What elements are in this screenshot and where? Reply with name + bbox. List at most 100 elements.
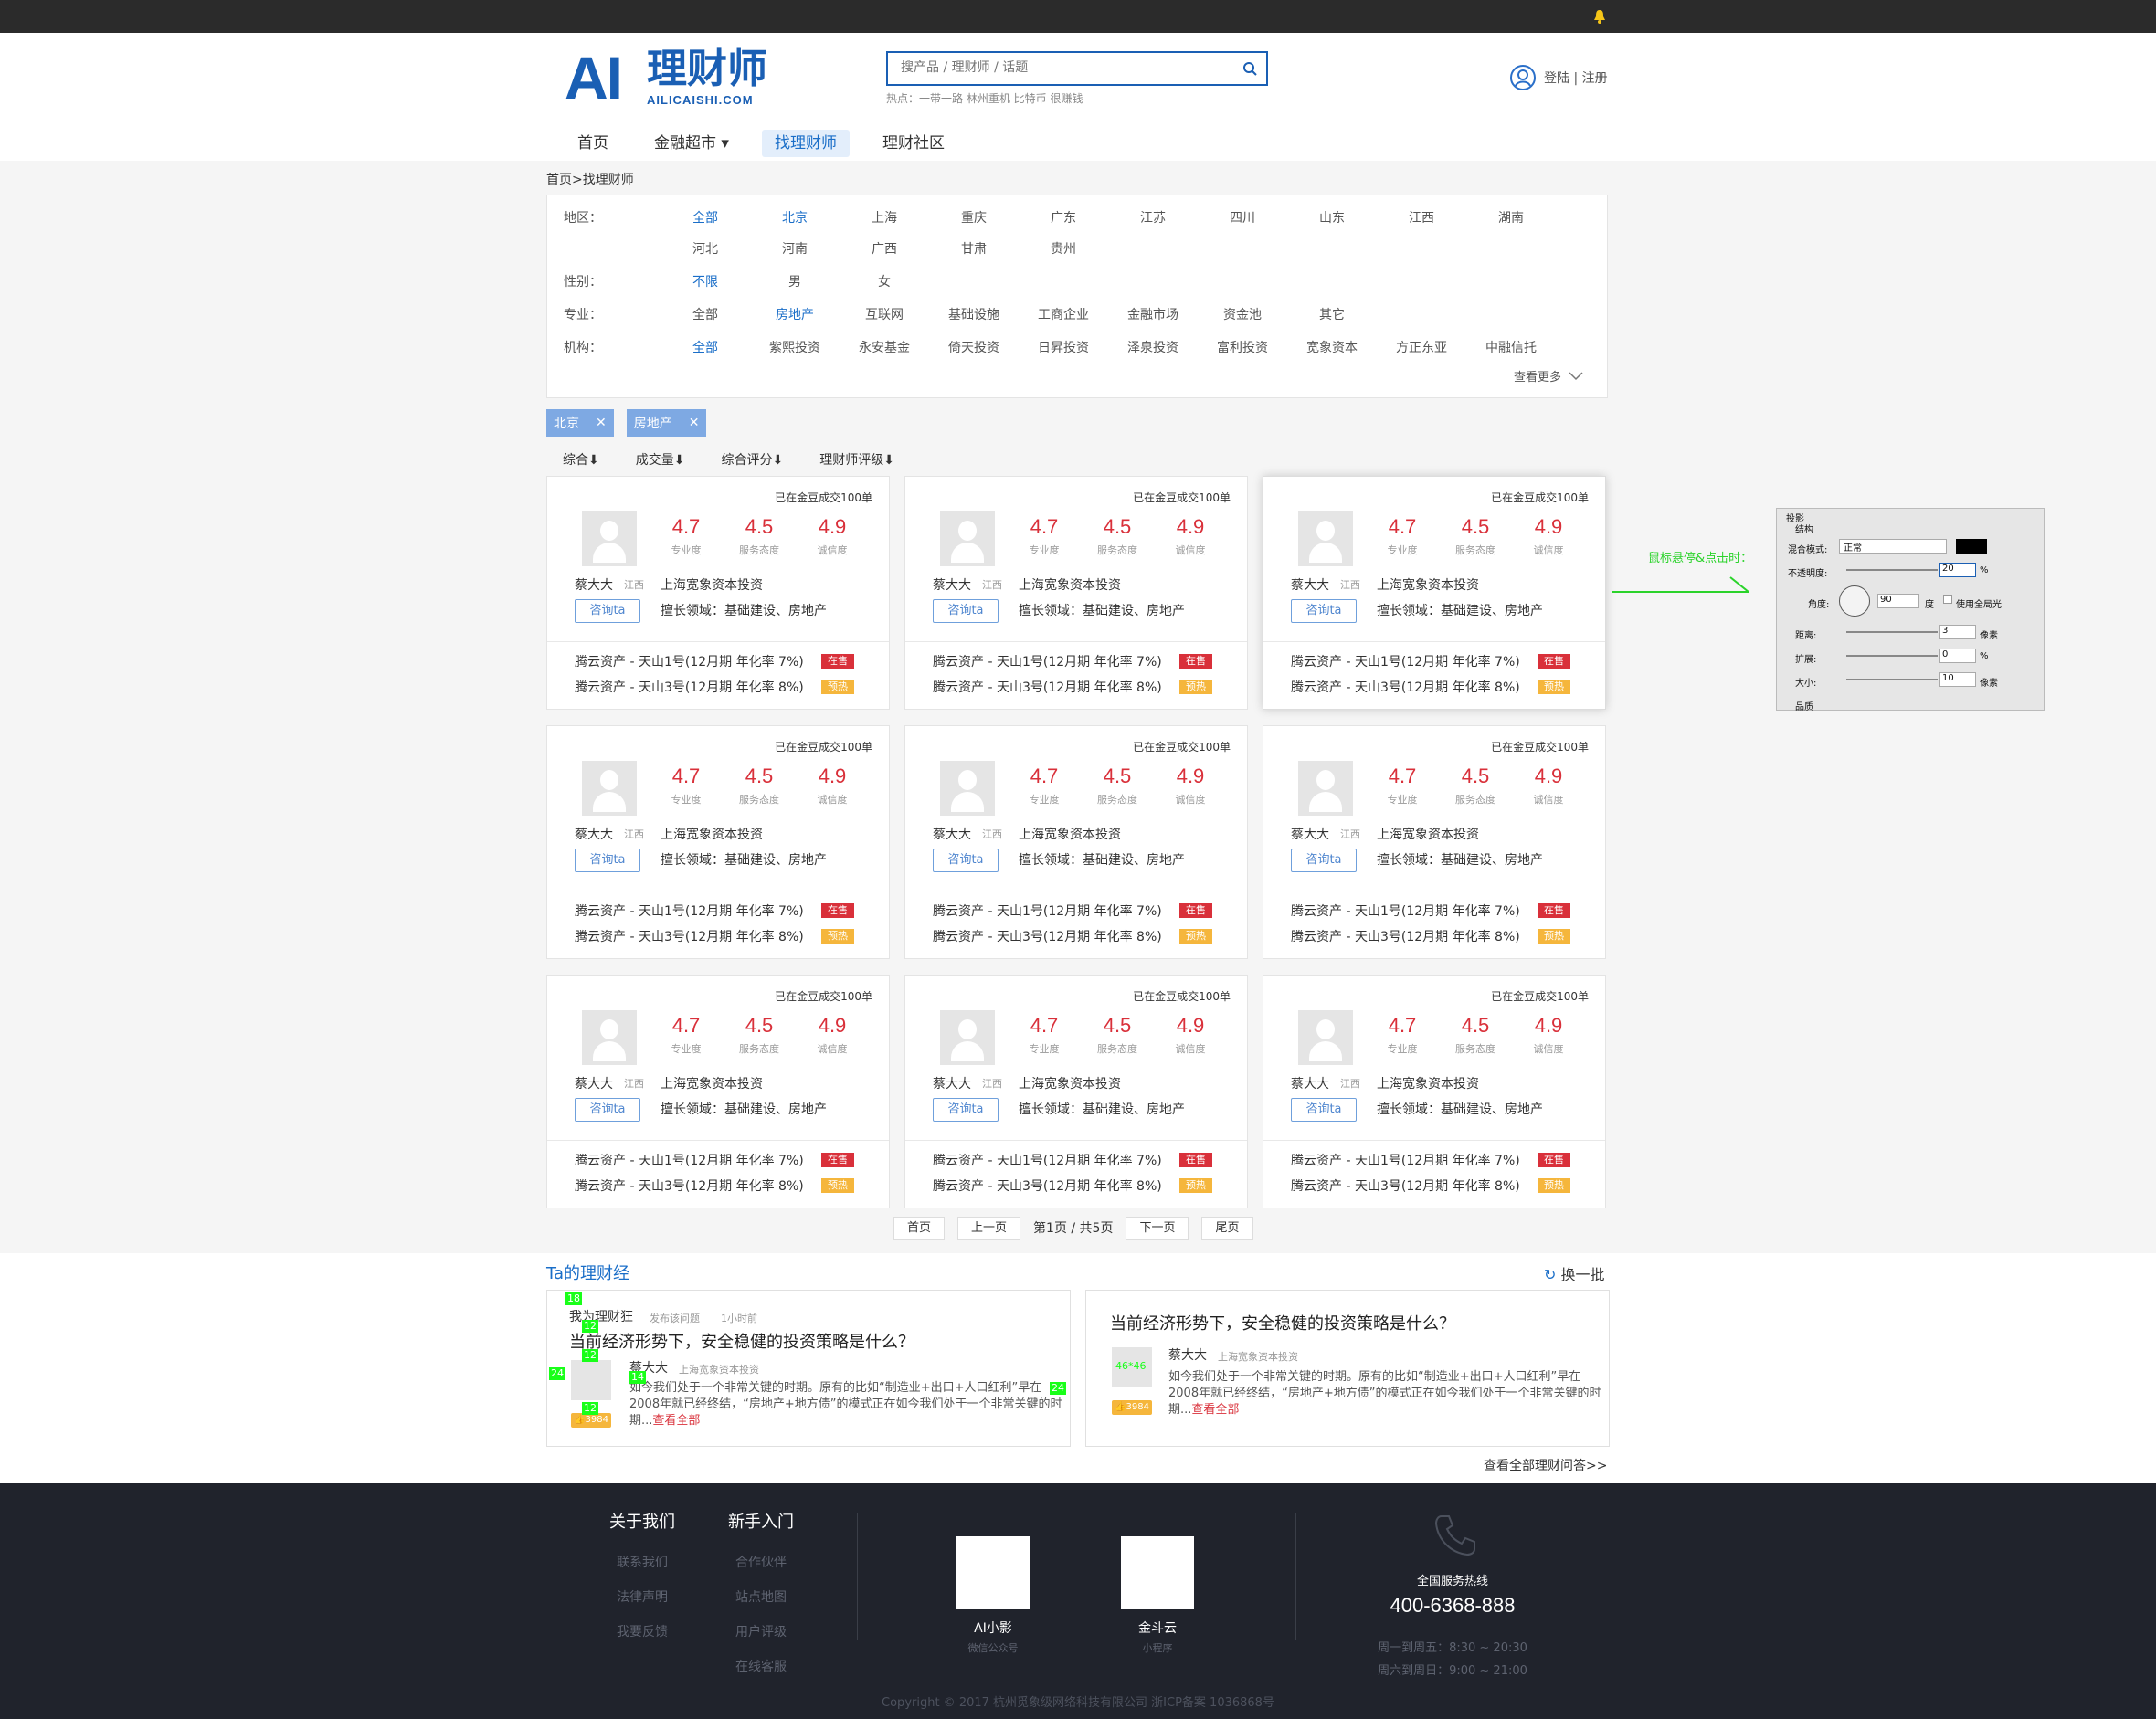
filter-option[interactable]: 河北 [661,239,750,258]
bell-icon[interactable] [1593,9,1606,24]
product-link[interactable]: 腾云资产 - 天山3号(12月期 年化率 8%) [933,678,1162,696]
avatar[interactable] [1298,511,1353,566]
spread-input[interactable]: 0 [1939,649,1976,663]
color-swatch[interactable] [1956,539,1987,554]
product-link[interactable]: 腾云资产 - 天山3号(12月期 年化率 8%) [575,927,804,945]
product-link[interactable]: 腾云资产 - 天山1号(12月期 年化率 7%) [933,652,1162,670]
size-input[interactable]: 10 [1939,672,1976,687]
like-count[interactable]: 👍3984 [571,1413,611,1428]
selected-tag[interactable]: 房地产 ✕ [626,409,707,437]
advisor-name[interactable]: 蔡大大 [1291,1074,1329,1092]
search-icon[interactable] [1242,61,1257,76]
sort-rating[interactable]: 理财师评级⬇ [819,450,894,469]
filter-option[interactable]: 女 [840,272,929,290]
filter-option[interactable]: 不限 [661,272,750,290]
consult-button[interactable]: 咨询ta [1291,849,1357,872]
footer-link[interactable]: 法律声明 [592,1587,692,1606]
question-title[interactable]: 当前经济形势下，安全稳健的投资策略是什么？ [569,1329,914,1353]
selected-tag[interactable]: 北京 ✕ [546,409,614,437]
filter-option[interactable]: 四川 [1198,208,1287,227]
spread-slider[interactable] [1846,655,1938,657]
advisor-card[interactable]: 已在金豆成交100单 4.7 专业度 4.5 服务态度 4.9 诚信度 蔡大大 江西 … [1263,725,1606,959]
filter-option[interactable]: 日昇投资 [1019,338,1108,356]
product-link[interactable]: 腾云资产 - 天山1号(12月期 年化率 7%) [1291,902,1520,920]
footer-link[interactable]: 联系我们 [592,1553,692,1571]
close-icon[interactable]: ✕ [596,416,607,430]
view-more-button[interactable]: 查看更多 [1514,367,1583,385]
search-box[interactable] [886,51,1268,86]
sort-score[interactable]: 综合评分⬇ [721,450,783,469]
login-area[interactable]: 登陆 | 注册 [1509,64,1608,91]
sort-volume[interactable]: 成交量⬇ [636,450,685,469]
product-link[interactable]: 腾云资产 - 天山1号(12月期 年化率 7%) [575,652,804,670]
product-link[interactable]: 腾云资产 - 天山1号(12月期 年化率 7%) [575,1151,804,1169]
login-register-link[interactable]: 登陆 | 注册 [1544,69,1608,87]
page-prev-button[interactable]: 上一页 [957,1217,1021,1240]
footer-link[interactable]: 合作伙伴 [711,1553,811,1571]
nav-find-advisor[interactable]: 找理财师 [761,130,850,157]
distance-input[interactable]: 3 [1939,625,1976,639]
logo-mark[interactable]: AI [565,47,623,108]
footer-link[interactable]: 用户评级 [711,1622,811,1640]
product-link[interactable]: 腾云资产 - 天山1号(12月期 年化率 7%) [933,1151,1162,1169]
consult-button[interactable]: 咨询ta [575,1098,640,1122]
size-slider[interactable] [1846,679,1938,680]
filter-option[interactable]: 山东 [1287,208,1377,227]
avatar[interactable]: 46*46 [1112,1347,1152,1387]
filter-option[interactable]: 江苏 [1108,208,1198,227]
advisor-name[interactable]: 蔡大大 [575,575,613,594]
filter-option[interactable]: 贵州 [1019,239,1108,258]
filter-option[interactable]: 全部 [661,305,750,323]
filter-option[interactable]: 中融信托 [1466,338,1556,356]
advisor-name[interactable]: 蔡大大 [1291,825,1329,843]
product-link[interactable]: 腾云资产 - 天山3号(12月期 年化率 8%) [575,1176,804,1195]
nav-home[interactable]: 首页 [565,130,621,157]
distance-slider[interactable] [1846,631,1938,633]
avatar[interactable] [940,761,995,816]
filter-option[interactable]: 上海 [840,208,929,227]
logo-text[interactable]: 理财师 [647,46,767,93]
product-link[interactable]: 腾云资产 - 天山3号(12月期 年化率 8%) [933,1176,1162,1195]
filter-option[interactable]: 宽象资本 [1287,338,1377,356]
consult-button[interactable]: 咨询ta [933,599,999,623]
blend-select[interactable]: 正常 [1839,539,1947,554]
filter-option[interactable]: 北京 [750,208,840,227]
consult-button[interactable]: 咨询ta [1291,599,1357,623]
hotline-number[interactable]: 400-6368-888 [1352,1594,1553,1618]
advisor-name[interactable]: 蔡大大 [933,825,971,843]
filter-option[interactable]: 全部 [661,338,750,356]
like-count[interactable]: 👍3984 [1112,1400,1152,1415]
opacity-slider[interactable] [1846,569,1938,571]
filter-option[interactable]: 湖南 [1466,208,1556,227]
filter-option[interactable]: 江西 [1377,208,1466,227]
avatar[interactable] [940,511,995,566]
advisor-card[interactable]: 已在金豆成交100单 4.7 专业度 4.5 服务态度 4.9 诚信度 蔡大大 江西 … [904,975,1248,1208]
filter-option[interactable]: 其它 [1287,305,1377,323]
all-qa-link[interactable]: 查看全部理财问答>> [1484,1456,1607,1474]
filter-option[interactable]: 工商企业 [1019,305,1108,323]
filter-option[interactable]: 广东 [1019,208,1108,227]
page-last-button[interactable]: 尾页 [1201,1217,1253,1240]
filter-option[interactable]: 资金池 [1198,305,1287,323]
filter-option[interactable]: 互联网 [840,305,929,323]
filter-option[interactable]: 广西 [840,239,929,258]
filter-option[interactable]: 倚天投资 [929,338,1019,356]
filter-option[interactable]: 方正东亚 [1377,338,1466,356]
filter-option[interactable]: 重庆 [929,208,1019,227]
product-link[interactable]: 腾云资产 - 天山1号(12月期 年化率 7%) [1291,1151,1520,1169]
filter-option[interactable]: 永安基金 [840,338,929,356]
footer-link[interactable]: 在线客服 [711,1657,811,1675]
filter-option[interactable]: 基础设施 [929,305,1019,323]
avatar[interactable] [1298,761,1353,816]
filter-option[interactable]: 全部 [661,208,750,227]
advisor-name[interactable]: 蔡大大 [933,575,971,594]
consult-button[interactable]: 咨询ta [575,849,640,872]
advisor-card[interactable]: 已在金豆成交100单 4.7 专业度 4.5 服务态度 4.9 诚信度 蔡大大 江西 … [546,975,890,1208]
sort-overall[interactable]: 综合⬇ [563,450,599,469]
filter-option[interactable]: 房地产 [750,305,840,323]
advisor-card[interactable]: 已在金豆成交100单 4.7 专业度 4.5 服务态度 4.9 诚信度 蔡大大 江西 … [546,476,890,710]
filter-option[interactable]: 泽泉投资 [1108,338,1198,356]
product-link[interactable]: 腾云资产 - 天山1号(12月期 年化率 7%) [1291,652,1520,670]
qa-card-left[interactable]: 我为理财狂 发布该问题 1小时前 当前经济形势下，安全稳健的投资策略是什么？ 👍… [546,1290,1071,1447]
angle-input[interactable]: 90 [1877,594,1919,608]
